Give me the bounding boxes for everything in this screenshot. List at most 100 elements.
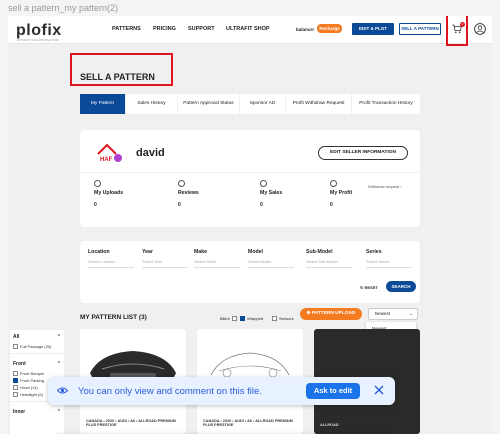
pattern-card-title: ALLROAD: [320, 423, 339, 428]
eye-icon: [57, 387, 68, 394]
nav-patterns[interactable]: PATTERNS: [112, 26, 141, 32]
checkbox-box[interactable]: [272, 316, 277, 321]
checkbox-label: Sensors: [279, 316, 294, 321]
review-icon: [178, 180, 185, 187]
category-label: All: [13, 334, 20, 340]
checkbox-box[interactable]: [13, 385, 18, 390]
pattern-list-title: MY PATTERN LIST (3): [80, 314, 147, 321]
withdraw-request-link[interactable]: Withdraw request ›: [368, 184, 402, 189]
filter-label: Series: [366, 249, 382, 255]
seller-tabs: My Pattern Sales History Pattern Approva…: [80, 94, 420, 114]
tab-pattern-approval-status[interactable]: Pattern Approval Status: [178, 94, 240, 114]
filter-make[interactable]: Make Select Make: [194, 249, 240, 268]
make-select[interactable]: Select Make: [194, 259, 240, 268]
upload-icon: [94, 180, 101, 187]
category-front-header[interactable]: Front ⌃: [10, 357, 64, 370]
tab-profit-withdraw-request[interactable]: Profit Withdraw Request: [286, 94, 352, 114]
profit-icon: [330, 180, 337, 187]
filter-location[interactable]: Location Select Location: [88, 249, 134, 268]
stat-value: 0: [330, 202, 333, 208]
checkbox-box[interactable]: [13, 371, 18, 376]
search-button[interactable]: SEARCH: [386, 281, 416, 292]
site-header: plofix ULTRAFIT LIFE PROTECTION PATTERNS…: [8, 16, 492, 46]
location-select[interactable]: Select Location: [88, 259, 134, 268]
nav-pricing[interactable]: PRICING: [153, 26, 176, 32]
tab-sales-history[interactable]: Sales History: [126, 94, 178, 114]
seller-profile-card: HAF david EDIT SELLER INFORMATION My Upl…: [80, 130, 420, 227]
user-icon[interactable]: [474, 23, 486, 35]
ask-to-edit-button[interactable]: Ask to edit: [306, 383, 360, 399]
category-all-header[interactable]: All ⌃: [10, 330, 64, 343]
category-item-label: Front Bumper: [20, 371, 45, 376]
tab-my-pattern[interactable]: My Pattern: [80, 94, 126, 114]
checkbox-bikini[interactable]: Bikini: [220, 316, 237, 321]
sort-selected: Newest: [375, 311, 391, 316]
checkbox-box[interactable]: [13, 392, 18, 397]
svg-text:HAF: HAF: [100, 157, 113, 163]
logo-tagline: ULTRAFIT LIFE PROTECTION: [17, 38, 59, 42]
pattern-upload-button[interactable]: ⊕ PATTERN UPLOAD: [300, 308, 362, 320]
stat-label: Reviews: [178, 190, 199, 196]
divider: [80, 172, 420, 173]
edit-seller-info-button[interactable]: EDIT SELLER INFORMATION: [318, 146, 408, 160]
checkbox-sensors[interactable]: Sensors: [272, 316, 294, 321]
category-label: Front: [13, 361, 26, 367]
close-icon[interactable]: [373, 384, 385, 396]
reset-button[interactable]: ↻ RESET: [360, 285, 378, 290]
checkbox-box[interactable]: [231, 316, 237, 321]
filter-label: Model: [248, 249, 263, 255]
stat-label: My Sales: [260, 190, 283, 196]
checkbox-wrapped[interactable]: Wrapped: [240, 316, 263, 321]
pattern-card-title: CANADA • 2020 • AUDI • A6 • ALLROAD PREM…: [203, 418, 293, 428]
filter-sub-model[interactable]: Sub-Model Select Sub-Model: [306, 249, 352, 268]
year-select[interactable]: Select Year: [142, 259, 188, 268]
sub-model-select[interactable]: Select Sub-Model: [306, 259, 352, 268]
chevron-up-icon: ⌃: [56, 409, 61, 415]
category-item-label: Hood (14): [20, 385, 38, 390]
filter-card: Location Select Location Year Select Yea…: [80, 241, 420, 303]
chevron-up-icon: ⌃: [56, 334, 61, 340]
category-item[interactable]: Front Bumper: [10, 370, 64, 377]
stat-label: My Profit: [330, 190, 353, 196]
category-label: Inner: [13, 409, 26, 415]
balance-value: 0: [312, 27, 315, 32]
filter-series[interactable]: Series Select Series: [366, 249, 412, 268]
stat-value: 0: [178, 202, 181, 208]
toast-message: You can only view and comment on this fi…: [78, 386, 262, 397]
checkbox-label: Wrapped: [247, 316, 264, 321]
filter-year[interactable]: Year Select Year: [142, 249, 188, 268]
reset-label: RESET: [364, 285, 378, 290]
checkbox-box[interactable]: [13, 344, 18, 349]
withdraw-label: Withdraw request: [368, 184, 400, 189]
filter-model[interactable]: Model Select Model: [248, 249, 294, 268]
tab-sponsor-ad[interactable]: Sponsor AD: [240, 94, 286, 114]
divider: [10, 353, 64, 354]
checkbox-box-checked[interactable]: [13, 378, 18, 383]
category-inner-header[interactable]: Inner ⌃: [10, 405, 64, 418]
file-title: sell a pattern_my pattern(2): [8, 3, 119, 13]
page-title: SELL A PATTERN: [80, 72, 155, 82]
prototype-frame: plofix ULTRAFIT LIFE PROTECTION PATTERNS…: [8, 16, 492, 434]
stat-value: 0: [260, 202, 263, 208]
tab-profit-transaction-history[interactable]: Profit Transaction History: [352, 94, 420, 114]
cart-count-badge: 0: [460, 22, 465, 27]
category-item-label: Headlight (6): [20, 392, 43, 397]
filter-label: Make: [194, 249, 207, 255]
checkbox-box-checked[interactable]: [240, 316, 245, 321]
series-select[interactable]: Select Series: [366, 259, 412, 268]
filter-label: Year: [142, 249, 153, 255]
category-item[interactable]: Full Package (20): [10, 343, 64, 350]
recharge-button[interactable]: Recharge: [317, 24, 342, 33]
nav-support[interactable]: SUPPORT: [188, 26, 215, 32]
sales-icon: [260, 180, 267, 187]
model-select[interactable]: Select Model: [248, 259, 294, 268]
sell-pattern-button[interactable]: SELL A PATTERN: [399, 23, 441, 35]
chevron-down-icon: ⌄: [409, 311, 413, 316]
nav-ultrafit-shop[interactable]: ULTRAFIT SHOP: [226, 26, 270, 32]
sort-select[interactable]: Newest ⌄: [368, 308, 418, 320]
chevron-up-icon: ⌃: [56, 361, 61, 367]
checkbox-label: Bikini: [220, 316, 230, 321]
edit-plot-button[interactable]: EDIT & PLOT: [352, 23, 394, 35]
category-item-label: Full Package (20): [20, 344, 52, 349]
stat-value: 0: [94, 202, 97, 208]
